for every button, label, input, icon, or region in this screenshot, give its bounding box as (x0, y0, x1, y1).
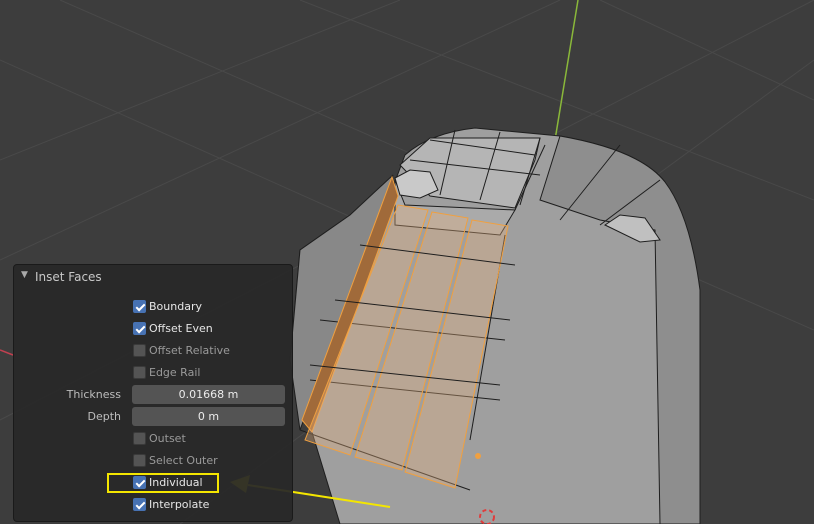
panel-title: Inset Faces (35, 270, 102, 284)
option-offset-even[interactable]: Offset Even (14, 319, 292, 339)
thickness-field[interactable]: 0.01668 m (132, 385, 285, 404)
boundary-label: Boundary (149, 300, 202, 313)
offset-relative-label: Offset Relative (149, 344, 230, 357)
x-axis-line (0, 349, 14, 356)
depth-row: Depth 0 m (14, 407, 292, 427)
option-boundary[interactable]: Boundary (14, 297, 292, 317)
y-axis-line (554, 0, 579, 141)
outset-label: Outset (149, 432, 186, 445)
depth-field[interactable]: 0 m (132, 407, 285, 426)
interpolate-checkbox[interactable] (133, 498, 146, 511)
edge-rail-label: Edge Rail (149, 366, 201, 379)
select-outer-checkbox[interactable] (133, 454, 146, 467)
interpolate-label: Interpolate (149, 498, 210, 511)
option-offset-relative[interactable]: Offset Relative (14, 341, 292, 361)
outset-checkbox[interactable] (133, 432, 146, 445)
depth-label: Depth (87, 410, 121, 423)
panel-header[interactable]: ▼ Inset Faces (14, 265, 292, 289)
option-outset[interactable]: Outset (14, 429, 292, 449)
mesh-object[interactable] (289, 127, 701, 524)
select-outer-label: Select Outer (149, 454, 218, 467)
edge-rail-checkbox[interactable] (133, 366, 146, 379)
thickness-row: Thickness 0.01668 m (14, 385, 292, 405)
option-edge-rail[interactable]: Edge Rail (14, 363, 292, 383)
boundary-checkbox[interactable] (133, 300, 146, 313)
option-interpolate[interactable]: Interpolate (14, 495, 292, 515)
collapse-triangle-icon[interactable]: ▼ (21, 270, 28, 280)
option-select-outer[interactable]: Select Outer (14, 451, 292, 471)
offset-even-label: Offset Even (149, 322, 213, 335)
annotation-highlight-box (107, 473, 219, 493)
origin-dot (475, 453, 481, 459)
offset-relative-checkbox[interactable] (133, 344, 146, 357)
offset-even-checkbox[interactable] (133, 322, 146, 335)
thickness-label: Thickness (66, 388, 121, 401)
